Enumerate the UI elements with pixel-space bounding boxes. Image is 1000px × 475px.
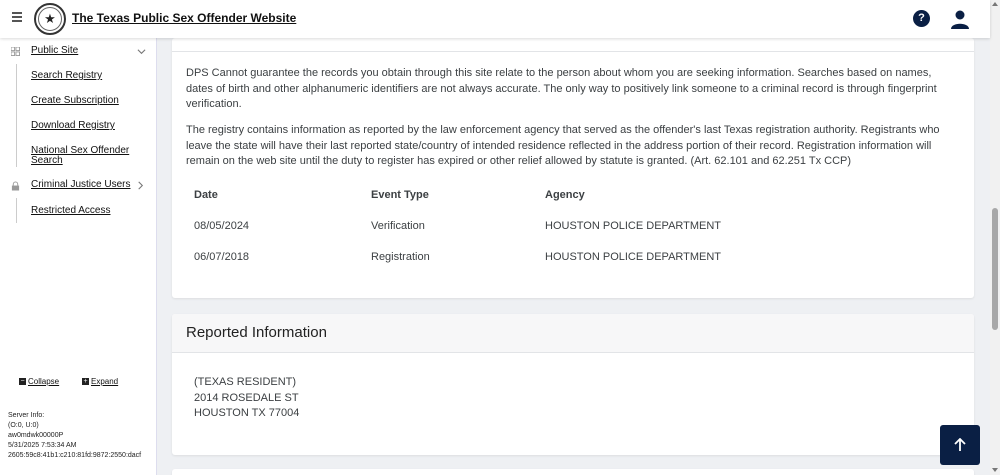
sidebar-item-download-registry[interactable]: Download Registry bbox=[31, 121, 146, 131]
help-icon[interactable]: ? bbox=[913, 10, 930, 27]
sidebar-item-national-search[interactable]: National Sex Offender Search bbox=[31, 146, 141, 166]
section-title: Reported Information bbox=[186, 324, 327, 341]
table-header-event-type: Event Type bbox=[371, 189, 429, 201]
plus-icon: + bbox=[82, 378, 89, 385]
top-header: ★ The Texas Public Sex Offender Website … bbox=[0, 0, 990, 38]
disclaimer-paragraph-2: The registry contains information as rep… bbox=[186, 124, 940, 167]
chevron-down-icon[interactable] bbox=[137, 47, 146, 56]
sidebar: Public Site Search Registry Create Subsc… bbox=[0, 38, 157, 475]
texas-seal-logo[interactable]: ★ bbox=[34, 3, 66, 35]
site-title-link[interactable]: The Texas Public Sex Offender Website bbox=[72, 11, 296, 25]
scroll-up-arrow-icon[interactable] bbox=[992, 2, 998, 6]
sidebar-section-label[interactable]: Criminal Justice Users bbox=[31, 179, 130, 190]
disclaimer-card: DPS Cannot guarantee the records you obt… bbox=[172, 38, 974, 298]
card-header: Reported Information bbox=[172, 314, 974, 353]
sidebar-section-criminal-justice-users[interactable]: Criminal Justice Users bbox=[0, 176, 157, 196]
address-street: 2014 ROSEDALE ST bbox=[194, 392, 299, 404]
table-cell-event-type: Verification bbox=[371, 220, 425, 232]
scrollbar-thumb[interactable] bbox=[992, 208, 998, 330]
table-header-agency: Agency bbox=[545, 189, 585, 201]
card-divider bbox=[172, 51, 974, 52]
sidebar-section-label[interactable]: Public Site bbox=[31, 45, 78, 56]
table-cell-event-type: Registration bbox=[371, 251, 430, 263]
back-to-top-button[interactable] bbox=[940, 425, 980, 465]
sidebar-item-create-subscription[interactable]: Create Subscription bbox=[31, 96, 146, 106]
minus-icon: − bbox=[19, 378, 26, 385]
table-cell-agency: HOUSTON POLICE DEPARTMENT bbox=[545, 251, 722, 263]
table-header-date: Date bbox=[194, 189, 218, 201]
nav-tree-line bbox=[16, 64, 17, 167]
scroll-down-arrow-icon[interactable] bbox=[992, 468, 998, 472]
chevron-right-icon[interactable] bbox=[136, 181, 145, 190]
hamburger-menu-icon[interactable] bbox=[12, 12, 24, 24]
user-account-icon[interactable] bbox=[950, 9, 970, 29]
collapse-button[interactable]: − Collapse bbox=[19, 377, 59, 386]
table-cell-date: 06/07/2018 bbox=[194, 251, 250, 263]
arrow-up-icon bbox=[954, 438, 966, 451]
sidebar-item-restricted-access[interactable]: Restricted Access bbox=[31, 206, 146, 216]
server-info: Server Info: (O:0, U:0) aw0mdwk00000P 5/… bbox=[8, 412, 142, 459]
table-cell-agency: HOUSTON POLICE DEPARTMENT bbox=[545, 220, 722, 232]
reported-information-card: Reported Information (TEXAS RESIDENT) 20… bbox=[172, 314, 974, 455]
address-city-state-zip: HOUSTON TX 77004 bbox=[194, 407, 300, 419]
collapse-expand-row: − Collapse + Expand bbox=[0, 374, 157, 388]
grid-icon bbox=[11, 47, 20, 56]
disclaimer-paragraph-1: DPS Cannot guarantee the records you obt… bbox=[186, 67, 937, 110]
sidebar-section-public-site[interactable]: Public Site bbox=[0, 42, 157, 62]
expand-button[interactable]: + Expand bbox=[82, 377, 118, 386]
lock-icon bbox=[11, 181, 20, 191]
next-card bbox=[172, 469, 974, 475]
table-cell-date: 08/05/2024 bbox=[194, 220, 250, 232]
nav-tree-line bbox=[16, 198, 17, 223]
resident-status: (TEXAS RESIDENT) bbox=[194, 376, 297, 388]
sidebar-item-search-registry[interactable]: Search Registry bbox=[31, 71, 146, 81]
